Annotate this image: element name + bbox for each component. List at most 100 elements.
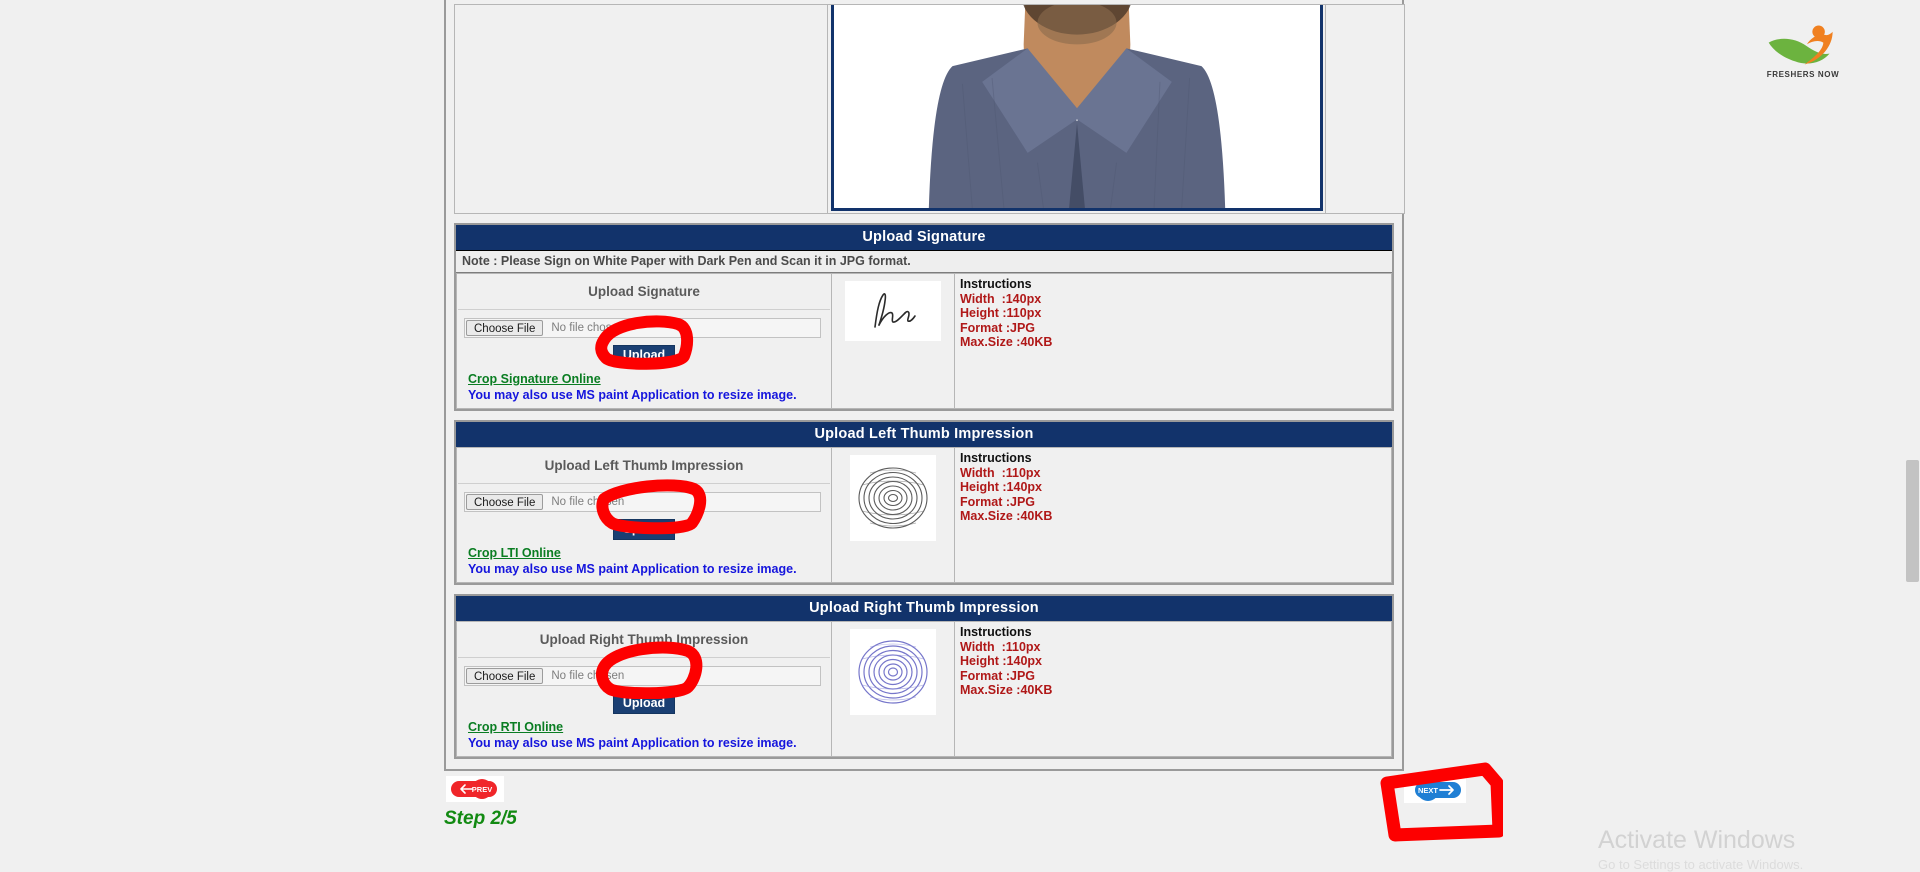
signature-choose-file-button[interactable]: Choose File [466,320,544,336]
right-thumb-preview-box [833,623,953,721]
right-thumb-file-row: Choose File No file chosen [458,658,830,686]
prev-button[interactable]: PREV [446,776,504,802]
right-thumb-paint-note: You may also use MS paint Application to… [468,736,797,750]
photo-upload-table [454,4,1405,214]
instr-label: Width [960,465,995,480]
left-thumb-form-cell: Upload Left Thumb Impression Choose File… [456,447,832,583]
left-thumb-table: Upload Left Thumb Impression Choose File… [456,447,1392,583]
crop-signature-online-link[interactable]: Crop Signature Online [468,372,830,387]
instr-label: Width [960,291,995,306]
section-header-left-thumb: Upload Left Thumb Impression [456,422,1392,447]
table-row [454,4,1405,214]
instr-value: :110px [1001,639,1041,654]
scrollbar-thumb[interactable] [1906,460,1919,582]
application-form-container: Upload Signature Note : Please Sign on W… [444,0,1405,771]
right-thumb-form-cell: Upload Right Thumb Impression Choose Fil… [456,621,832,757]
instr-value: :40KB [1016,335,1053,349]
svg-text:NEXT: NEXT [1418,786,1438,795]
instructions-heading: Instructions [960,451,1032,465]
signature-note: Note : Please Sign on White Paper with D… [456,250,1392,273]
right-thumb-file-input[interactable]: Choose File No file chosen [464,666,821,686]
section-left-thumb: Upload Left Thumb Impression Upload Left… [454,420,1394,585]
instr-value: :40KB [1016,509,1053,523]
left-thumb-impression-preview [850,455,936,541]
right-thumb-table: Upload Right Thumb Impression Choose Fil… [456,621,1392,757]
instructions-heading: Instructions [960,277,1032,291]
instr-value: :JPG [1005,320,1036,335]
instr-value: :140px [1002,480,1042,494]
instr-value: :40KB [1016,683,1053,697]
photo-instructions-cell [1325,4,1405,214]
instr-value: :140px [1001,291,1042,306]
signature-links: Crop Signature Online You may also use M… [458,372,830,407]
left-thumb-field-title: Upload Left Thumb Impression [458,449,830,484]
instr-value: :110px [1002,306,1042,320]
signature-paint-note: You may also use MS paint Application to… [468,388,797,402]
signature-field-title: Upload Signature [458,275,830,310]
left-thumb-preview-cell [831,447,955,583]
instr-label: Format [960,494,1003,509]
instr-label: Height [960,654,999,668]
instr-label: Max.Size [960,509,1013,523]
right-thumb-upload-button[interactable]: Upload [612,693,676,714]
left-thumb-choose-file-button[interactable]: Choose File [466,494,544,510]
instr-label: Max.Size [960,683,1013,697]
watermark-title: Activate Windows [1598,826,1796,854]
right-thumb-upload-row: Upload [458,686,830,720]
left-thumb-file-input[interactable]: Choose File No file chosen [464,492,821,512]
photo-preview-cell [827,4,1326,214]
signature-file-row: Choose File No file chosen [458,310,830,338]
candidate-photo-preview [833,5,1320,208]
right-thumb-preview-cell [831,621,955,757]
left-thumb-preview-box [833,449,953,547]
right-thumb-links: Crop RTI Online You may also use MS pain… [458,720,830,755]
page-root: FRESHERS NOW Upload Signature Note: Ple… [0,0,1920,872]
crop-rti-online-link[interactable]: Crop RTI Online [468,720,830,735]
signature-preview-cell [831,273,955,409]
left-thumb-instructions-cell: Instructions Width :110px Height :140px … [954,447,1392,583]
right-thumb-choose-file-button[interactable]: Choose File [466,668,544,684]
section-header-signature: Upload Signature [456,225,1392,250]
signature-table: Upload Signature Choose File No file cho… [456,273,1392,409]
signature-file-input[interactable]: Choose File No file chosen [464,318,821,338]
step-indicator: Step 2/5 [444,808,517,829]
instr-value: :140px [1002,654,1042,668]
instr-value: :JPG [1005,494,1036,509]
table-row: Upload Signature Choose File No file cho… [456,273,1392,409]
vertical-scrollbar[interactable] [1904,0,1920,865]
left-thumb-file-status: No file chosen [551,496,625,508]
instr-label: Format [960,320,1003,335]
table-row: Upload Right Thumb Impression Choose Fil… [456,621,1392,757]
activate-windows-watermark: Activate Windows Go to Settings to activ… [1598,826,1803,872]
right-thumb-instructions-cell: Instructions Width :110px Height :140px … [954,621,1392,757]
crop-lti-online-link[interactable]: Crop LTI Online [468,546,830,561]
instr-label: Width [960,639,995,654]
next-button-graphic: NEXT [1415,778,1461,801]
signature-upload-button[interactable]: Upload [612,345,676,366]
signature-file-status: No file chosen [551,322,625,334]
instr-label: Max.Size [960,335,1013,349]
left-thumb-paint-note: You may also use MS paint Application to… [468,562,797,576]
section-header-right-thumb: Upload Right Thumb Impression [456,596,1392,621]
signature-upload-row: Upload [458,338,830,372]
instructions-heading: Instructions [960,625,1032,639]
signature-form-cell: Upload Signature Choose File No file cho… [456,273,832,409]
logo-text: FRESHERS NOW [1766,70,1840,79]
instr-value: :JPG [1005,668,1036,683]
candidate-photo-frame [830,5,1323,211]
signature-preview [845,281,941,341]
table-row: Upload Left Thumb Impression Choose File… [456,447,1392,583]
freshers-now-logo: FRESHERS NOW [1755,22,1851,94]
left-thumb-file-row: Choose File No file chosen [458,484,830,512]
section-signature: Upload Signature Note : Please Sign on W… [454,223,1394,411]
right-thumb-impression-preview [850,629,936,715]
instr-value: :110px [1001,465,1041,480]
left-thumb-links: Crop LTI Online You may also use MS pain… [458,546,830,581]
svg-text:PREV: PREV [472,785,492,794]
signature-instructions-cell: Instructions Width :140px Height :110px … [954,273,1392,409]
prev-button-graphic: PREV [451,779,497,799]
left-thumb-upload-button[interactable]: Upload [612,519,676,540]
next-button[interactable]: NEXT [1404,776,1466,803]
instr-label: Height [960,306,999,320]
freshers-now-swoosh-logo [1768,25,1833,65]
